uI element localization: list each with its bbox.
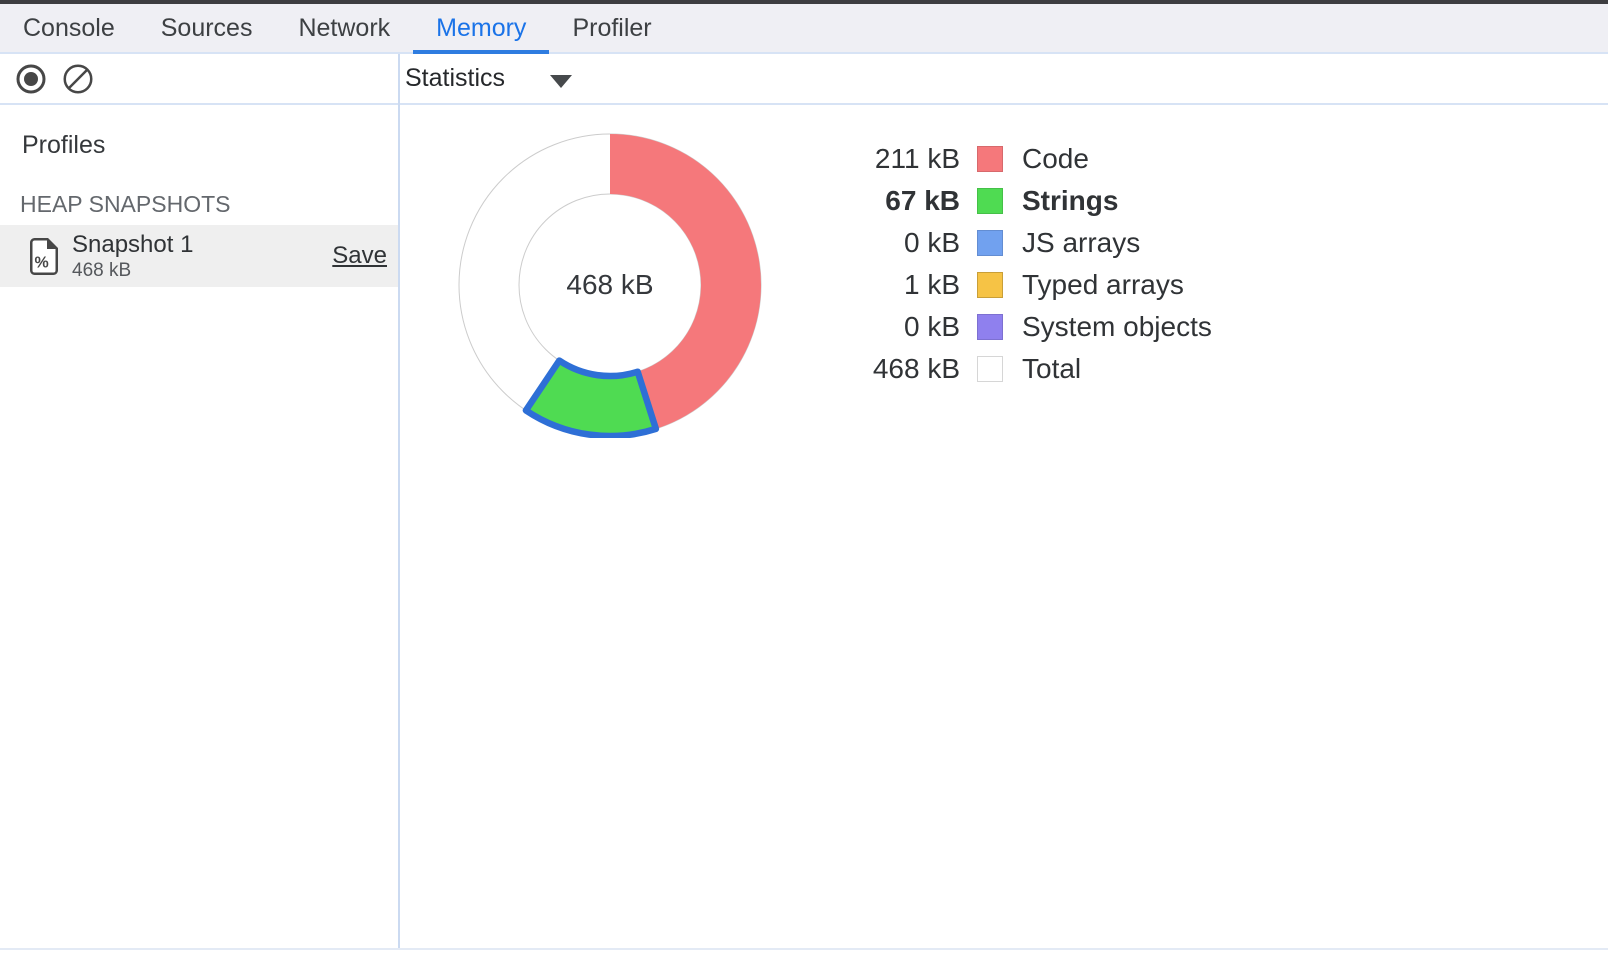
- profiles-heading: Profiles: [22, 131, 105, 160]
- legend-row: 211 kB Code: [850, 138, 1212, 180]
- legend-value: 0 kB: [850, 311, 960, 343]
- clear-profiles-button[interactable]: [62, 63, 94, 95]
- legend-row: 0 kB JS arrays: [850, 222, 1212, 264]
- legend-row: 1 kB Typed arrays: [850, 264, 1212, 306]
- legend-value: 211 kB: [850, 143, 960, 175]
- legend-value: 1 kB: [850, 269, 960, 301]
- legend-row: 67 kB Strings: [850, 180, 1212, 222]
- bottom-border-line: [0, 948, 1608, 950]
- legend-value: 468 kB: [850, 353, 960, 385]
- snapshot-name: Snapshot 1: [72, 233, 193, 257]
- tab-network[interactable]: Network: [275, 4, 413, 52]
- legend-value: 0 kB: [850, 227, 960, 259]
- donut-center-total-label: 468 kB: [457, 269, 763, 301]
- record-circle-icon: [15, 82, 47, 99]
- legend-swatch: [977, 146, 1003, 172]
- legend-swatch: [977, 356, 1003, 382]
- tab-console[interactable]: Console: [0, 4, 138, 52]
- record-heap-snapshot-button[interactable]: [15, 63, 47, 95]
- snapshot-list-item[interactable]: % Snapshot 1 468 kB Save: [0, 225, 398, 287]
- snapshot-text-block: Snapshot 1 468 kB: [72, 233, 193, 280]
- memory-toolbar: [0, 54, 1608, 105]
- perspective-dropdown[interactable]: Statistics: [405, 54, 572, 103]
- legend-swatch: [977, 314, 1003, 340]
- legend-swatch: [977, 230, 1003, 256]
- tab-memory[interactable]: Memory: [413, 4, 549, 52]
- legend-label: Strings: [1022, 185, 1118, 217]
- chart-legend: 211 kB Code 67 kB Strings 0 kB JS arrays…: [850, 138, 1212, 390]
- legend-label: Code: [1022, 143, 1089, 175]
- legend-label: System objects: [1022, 311, 1212, 343]
- heap-snapshots-section-heading: HEAP SNAPSHOTS: [20, 191, 230, 218]
- clear-slash-icon: [62, 82, 94, 99]
- legend-swatch: [977, 272, 1003, 298]
- devtools-tabbar: Console Sources Network Memory Profiler: [0, 4, 1608, 54]
- legend-value: 67 kB: [850, 185, 960, 217]
- legend-swatch: [977, 188, 1003, 214]
- legend-label: Total: [1022, 353, 1081, 385]
- legend-label: JS arrays: [1022, 227, 1140, 259]
- svg-text:%: %: [35, 254, 49, 271]
- legend-row: 0 kB System objects: [850, 306, 1212, 348]
- save-snapshot-link[interactable]: Save: [332, 242, 387, 270]
- heap-snapshot-document-icon: %: [30, 238, 58, 275]
- memory-donut-chart: 468 kB: [457, 132, 763, 438]
- tab-sources[interactable]: Sources: [138, 4, 276, 52]
- legend-label: Typed arrays: [1022, 269, 1184, 301]
- donut-slice-strings[interactable]: [526, 361, 656, 436]
- snapshot-size: 468 kB: [72, 261, 193, 280]
- perspective-dropdown-value: Statistics: [405, 64, 505, 93]
- dropdown-caret-icon: [550, 75, 572, 88]
- tab-profiler[interactable]: Profiler: [549, 4, 674, 52]
- legend-row: 468 kB Total: [850, 348, 1212, 390]
